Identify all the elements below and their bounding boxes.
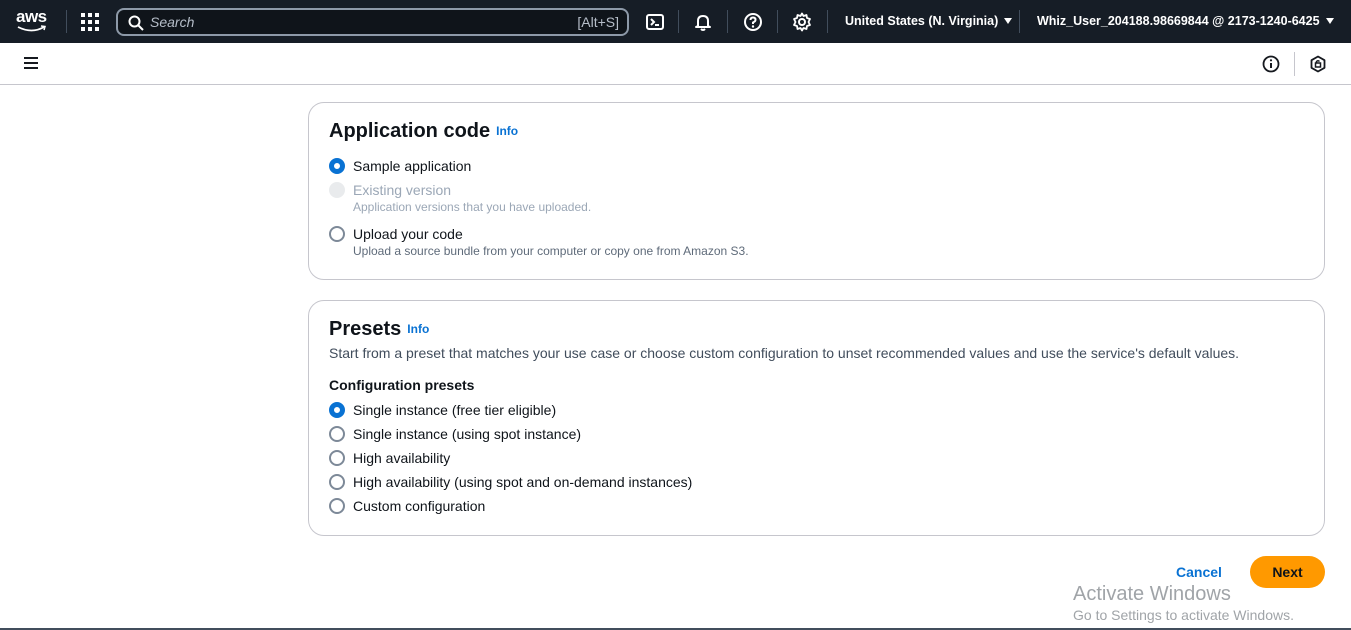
cancel-button[interactable]: Cancel xyxy=(1176,564,1222,580)
nav-divider xyxy=(827,10,828,33)
radio-button[interactable] xyxy=(329,450,345,466)
nav-divider xyxy=(678,10,679,33)
radio-label: Single instance (using spot instance) xyxy=(353,426,582,442)
aws-logo-text: aws xyxy=(16,7,47,26)
radio-button[interactable] xyxy=(329,474,345,490)
watermark-subtitle: Go to Settings to activate Windows. xyxy=(1073,607,1294,623)
search-icon xyxy=(128,15,144,31)
panel-title: Presets xyxy=(329,318,402,340)
radio-description: Upload a source bundle from your compute… xyxy=(353,244,749,258)
radio-label: Existing version xyxy=(353,182,452,198)
radio-sample-application[interactable]: Sample application xyxy=(329,157,471,175)
info-icon[interactable] xyxy=(1261,54,1281,74)
radio-high-availability[interactable]: High availability xyxy=(329,449,450,467)
application-code-panel: Application code Info Sample application … xyxy=(308,102,1325,280)
configuration-presets-label: Configuration presets xyxy=(329,377,475,393)
radio-label: Upload your code xyxy=(353,226,463,242)
radio-label: Custom configuration xyxy=(353,498,486,514)
radio-label: High availability (using spot and on-dem… xyxy=(353,474,693,490)
toolbar-divider xyxy=(1294,52,1295,76)
application-code-heading: Application code Info xyxy=(329,120,518,143)
chevron-down-icon xyxy=(1325,18,1334,24)
unlock-icon[interactable] xyxy=(1308,54,1328,74)
region-selector[interactable]: United States (N. Virginia) xyxy=(845,14,1013,28)
presets-description: Start from a preset that matches your us… xyxy=(329,345,1240,361)
radio-button[interactable] xyxy=(329,158,345,174)
bell-icon[interactable] xyxy=(693,12,713,32)
help-icon[interactable] xyxy=(743,12,763,32)
gear-icon[interactable] xyxy=(792,12,812,32)
radio-single-instance-spot[interactable]: Single instance (using spot instance) xyxy=(329,425,581,443)
sub-toolbar xyxy=(0,43,1351,85)
radio-upload-your-code[interactable]: Upload your code Upload a source bundle … xyxy=(329,225,749,259)
activate-windows-watermark: Activate Windows Go to Settings to activ… xyxy=(1073,583,1294,623)
nav-divider xyxy=(1019,10,1020,33)
presets-panel: Presets Info Start from a preset that mat… xyxy=(308,300,1325,536)
chevron-down-icon xyxy=(1004,18,1013,24)
radio-high-availability-spot-on-demand[interactable]: High availability (using spot and on-dem… xyxy=(329,473,692,491)
radio-button xyxy=(329,182,345,198)
region-label: United States (N. Virginia) xyxy=(845,14,999,28)
radio-button[interactable] xyxy=(329,226,345,242)
radio-button[interactable] xyxy=(329,402,345,418)
app-grid-icon[interactable] xyxy=(81,13,99,31)
nav-divider xyxy=(727,10,728,33)
radio-description: Application versions that you have uploa… xyxy=(353,200,592,214)
search-shortcut-hint: [Alt+S] xyxy=(577,14,619,30)
nav-divider xyxy=(66,10,67,33)
presets-heading: Presets Info xyxy=(329,318,429,341)
watermark-title: Activate Windows xyxy=(1073,583,1231,605)
radio-button[interactable] xyxy=(329,426,345,442)
radio-button[interactable] xyxy=(329,498,345,514)
top-navigation: aws [Alt+S] United States (N. Virginia) … xyxy=(0,0,1351,43)
account-menu[interactable]: Whiz_User_204188.98669844 @ 2173-1240-64… xyxy=(1037,14,1334,28)
menu-icon[interactable] xyxy=(24,57,38,69)
radio-custom-configuration[interactable]: Custom configuration xyxy=(329,497,485,515)
account-label: Whiz_User_204188.98669844 @ 2173-1240-64… xyxy=(1037,14,1320,28)
cloudshell-icon[interactable] xyxy=(645,12,665,32)
radio-single-instance-free-tier[interactable]: Single instance (free tier eligible) xyxy=(329,401,556,419)
search-input[interactable] xyxy=(150,13,550,31)
radio-label: Sample application xyxy=(353,158,472,174)
radio-existing-version: Existing version Application versions th… xyxy=(329,181,591,215)
aws-logo[interactable]: aws xyxy=(16,7,50,35)
search-box[interactable]: [Alt+S] xyxy=(116,8,629,36)
info-link[interactable]: Info xyxy=(407,322,429,336)
panel-title: Application code xyxy=(329,120,491,142)
radio-label: Single instance (free tier eligible) xyxy=(353,402,557,418)
nav-divider xyxy=(777,10,778,33)
radio-label: High availability xyxy=(353,450,451,466)
info-link[interactable]: Info xyxy=(496,124,518,138)
